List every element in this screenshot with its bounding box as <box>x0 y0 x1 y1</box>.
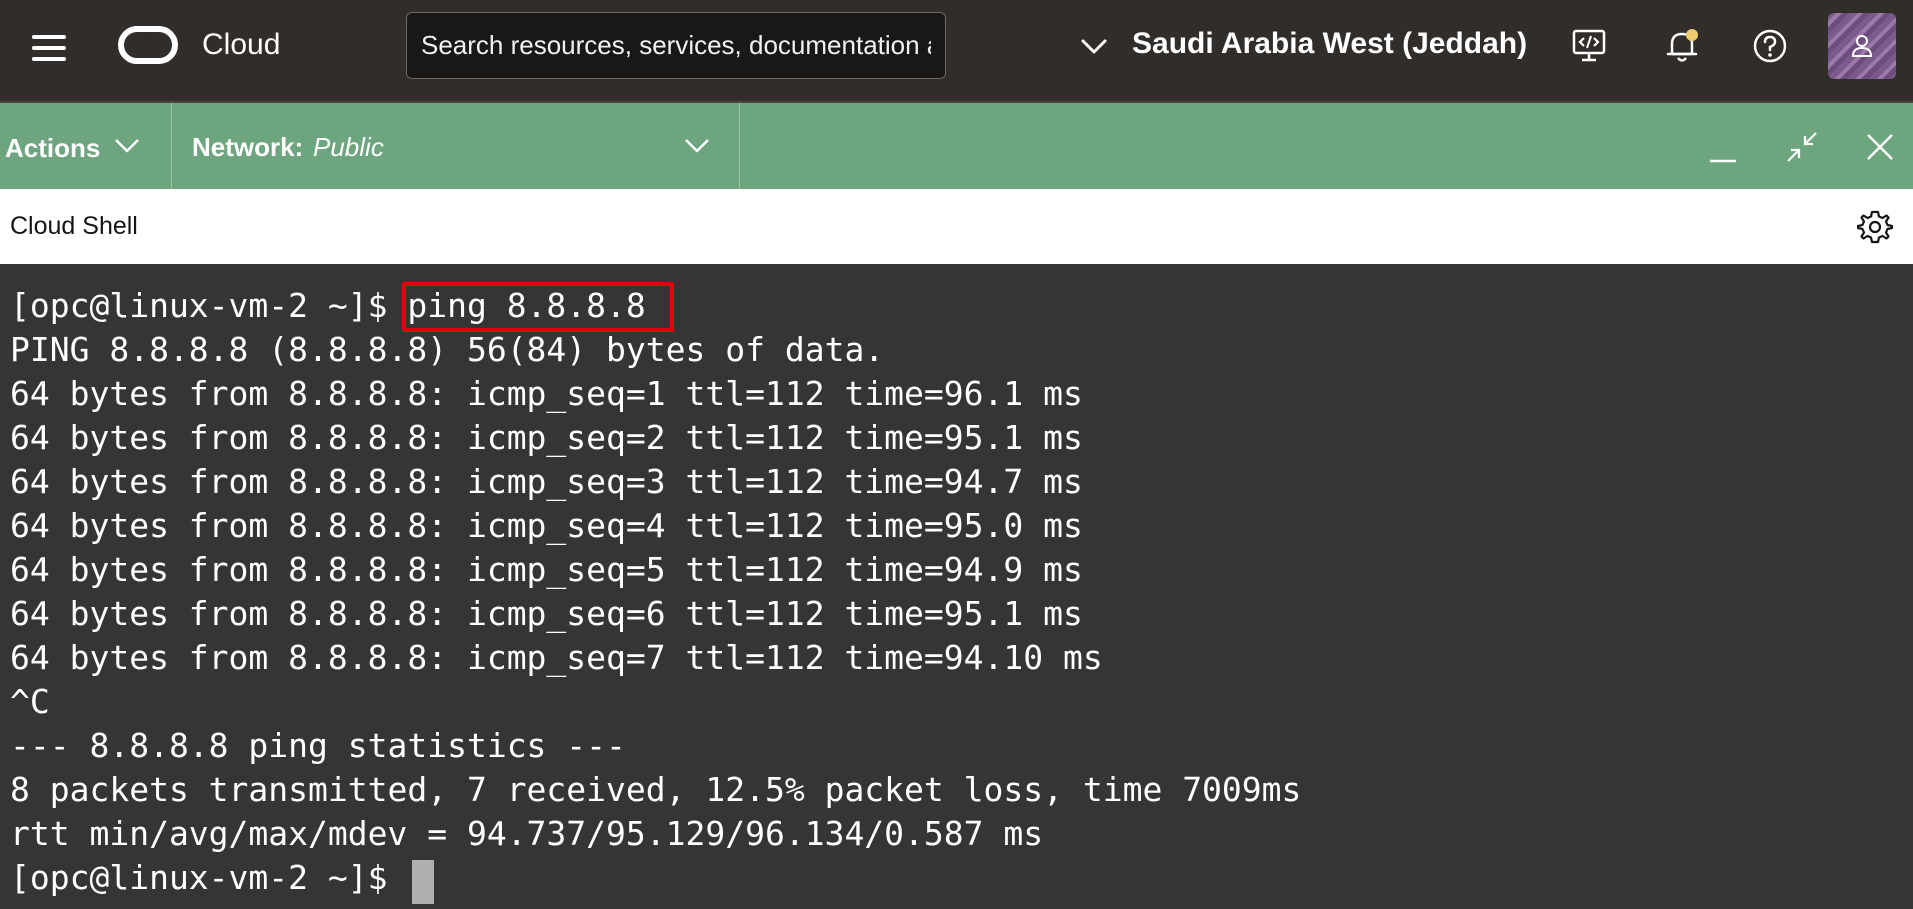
chevron-down-icon <box>115 139 139 153</box>
terminal-line: ^C <box>10 682 50 721</box>
chevron-down-icon[interactable] <box>1080 32 1108 60</box>
chevron-down-icon <box>685 139 709 153</box>
terminal-cursor <box>412 860 434 904</box>
network-label: Network: <box>192 132 304 162</box>
terminal-line: 64 bytes from 8.8.8.8: icmp_seq=3 ttl=11… <box>10 462 1083 501</box>
network-selector[interactable]: Network: Public <box>172 103 740 189</box>
region-selector[interactable]: Saudi Arabia West (Jeddah) <box>1132 27 1527 61</box>
actions-dropdown[interactable]: Actions <box>0 103 172 189</box>
user-avatar[interactable] <box>1828 13 1896 79</box>
restore-icon[interactable] <box>1782 127 1822 167</box>
command-highlight-box <box>402 282 674 332</box>
terminal-line: 64 bytes from 8.8.8.8: icmp_seq=7 ttl=11… <box>10 638 1103 677</box>
oracle-logo-icon[interactable] <box>118 26 178 64</box>
brand-name[interactable]: Cloud <box>202 28 280 62</box>
terminal-line: PING 8.8.8.8 (8.8.8.8) 56(84) bytes of d… <box>10 330 885 369</box>
cloud-shell-title: Cloud Shell <box>10 212 138 240</box>
search-input[interactable] <box>406 12 946 79</box>
terminal-final-prompt: [opc@linux-vm-2 ~]$ <box>10 858 388 897</box>
terminal-line: --- 8.8.8.8 ping statistics --- <box>10 726 626 765</box>
notifications-bell-icon[interactable] <box>1662 26 1702 66</box>
terminal-line: 64 bytes from 8.8.8.8: icmp_seq=1 ttl=11… <box>10 374 1083 413</box>
cloud-shell-action-bar: Actions Network: Public <box>0 103 1913 189</box>
terminal-line: 64 bytes from 8.8.8.8: icmp_seq=5 ttl=11… <box>10 550 1083 589</box>
cloud-shell-header: Cloud Shell <box>0 189 1913 264</box>
terminal-prompt: [opc@linux-vm-2 ~]$ <box>10 286 408 325</box>
hamburger-menu-icon[interactable] <box>32 35 66 61</box>
help-icon[interactable] <box>1750 26 1790 66</box>
minimize-icon[interactable] <box>1702 127 1742 167</box>
developer-tools-icon[interactable] <box>1569 26 1609 66</box>
top-navigation-bar: Cloud Saudi Arabia West (Jeddah) <box>0 0 1913 103</box>
terminal-line: 64 bytes from 8.8.8.8: icmp_seq=2 ttl=11… <box>10 418 1083 457</box>
terminal-output[interactable]: [opc@linux-vm-2 ~]$ ping 8.8.8.8 PING 8.… <box>0 264 1913 909</box>
actions-label: Actions <box>5 133 101 163</box>
close-icon[interactable] <box>1860 127 1900 167</box>
terminal-line: 64 bytes from 8.8.8.8: icmp_seq=6 ttl=11… <box>10 594 1083 633</box>
terminal-line: rtt min/avg/max/mdev = 94.737/95.129/96.… <box>10 814 1044 853</box>
network-value: Public <box>313 132 384 162</box>
gear-icon[interactable] <box>1857 209 1893 245</box>
terminal-line: 8 packets transmitted, 7 received, 12.5%… <box>10 770 1302 809</box>
terminal-line: 64 bytes from 8.8.8.8: icmp_seq=4 ttl=11… <box>10 506 1083 545</box>
